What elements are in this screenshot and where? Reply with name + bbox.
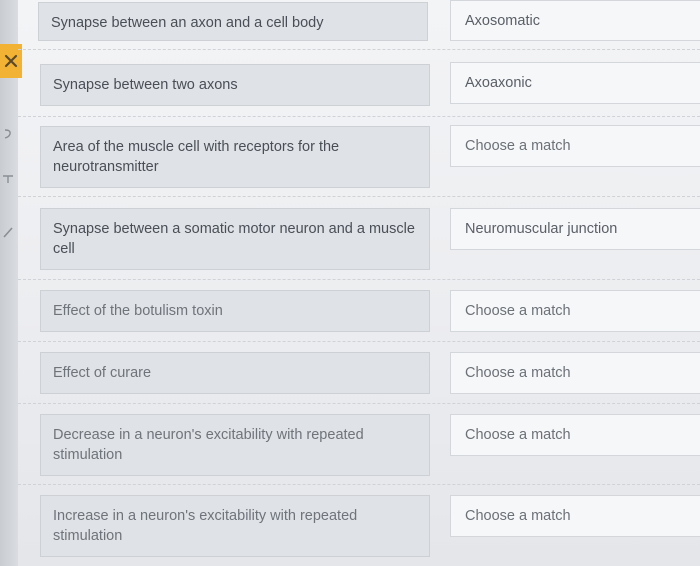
match-dropzone[interactable]: Choose a match [450,125,700,167]
prompt-text: Synapse between a somatic motor neuron a… [53,221,415,257]
prompt-item: Area of the muscle cell with receptors f… [40,126,430,188]
prompt-text: Effect of the botulism toxin [53,303,223,319]
prompt-item: Synapse between two axons [40,64,430,106]
match-placeholder: Choose a match [465,303,571,319]
match-text: Axosomatic [465,13,540,29]
row-divider [18,49,700,51]
match-text: Neuromuscular junction [465,221,618,237]
match-dropzone[interactable]: Choose a match [450,290,700,332]
matching-question: Synapse between an axon and a cell body … [0,0,700,566]
match-dropzone[interactable]: Axoaxonic [450,62,700,104]
match-placeholder: Choose a match [465,427,571,443]
strip-glyph-icon [4,129,11,139]
prompt-item: Effect of the botulism toxin [40,290,430,332]
prompt-item: Increase in a neuron's excitability with… [40,495,430,557]
match-placeholder: Choose a match [465,508,571,524]
prompt-text: Synapse between an axon and a cell body [51,15,324,31]
match-dropzone[interactable]: Axosomatic [450,0,700,41]
strip-glyph-icon [3,175,13,183]
match-dropzone[interactable]: Choose a match [450,352,700,394]
match-dropzone[interactable]: Choose a match [450,495,700,537]
match-dropzone[interactable]: Choose a match [450,414,700,456]
row-divider [18,196,700,198]
prompt-text: Increase in a neuron's excitability with… [53,508,358,544]
left-sidebar-strip [0,0,18,566]
prompt-text: Effect of curare [53,365,152,381]
match-text: Axoaxonic [465,75,532,91]
prompt-item: Synapse between a somatic motor neuron a… [40,208,430,270]
match-placeholder: Choose a match [465,365,571,381]
prompt-item: Decrease in a neuron's excitability with… [40,414,430,476]
row-divider [18,279,700,281]
match-placeholder: Choose a match [465,138,571,154]
row-divider [18,341,700,343]
prompt-text: Synapse between two axons [53,77,238,93]
row-divider [18,484,700,486]
close-icon [4,54,18,68]
row-divider [18,403,700,405]
prompt-text: Area of the muscle cell with receptors f… [53,139,340,175]
row-divider [18,116,700,118]
prompt-text: Decrease in a neuron's excitability with… [53,427,364,463]
strip-pencil-icon [3,227,13,238]
prompt-item: Effect of curare [40,352,430,394]
prompt-item: Synapse between an axon and a cell body [38,2,428,41]
match-dropzone[interactable]: Neuromuscular junction [450,208,700,250]
